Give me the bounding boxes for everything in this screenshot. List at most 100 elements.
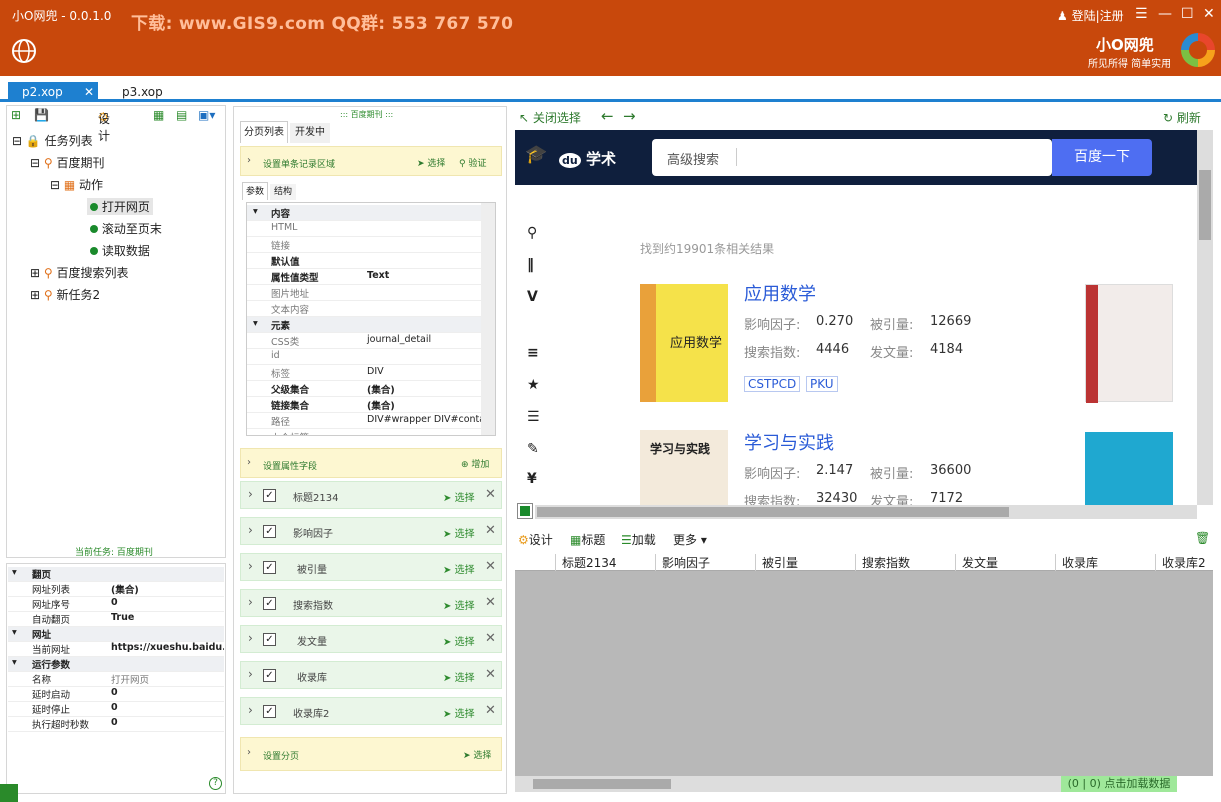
prop-row[interactable]: 当前网址https://xueshu.baidu.com xyxy=(8,642,224,657)
tab-p3[interactable]: p3.xop xyxy=(108,82,177,102)
param-row[interactable]: 链接 xyxy=(247,237,481,253)
close-button[interactable]: ✕ xyxy=(1203,6,1215,22)
param-row[interactable]: 链接集合 (集合) xyxy=(247,397,481,413)
column-header[interactable]: 发文量 xyxy=(955,554,998,571)
prop-section-run[interactable]: ▾ 运行参数 xyxy=(8,657,224,672)
chevron-right-icon[interactable]: › xyxy=(248,523,253,537)
tree-item-baidu-search[interactable]: ⊞ ⚲ 百度搜索列表 xyxy=(30,264,129,281)
prop-row[interactable]: 延时停止 0 xyxy=(8,702,224,717)
param-row[interactable]: ▾ 元素 xyxy=(247,317,481,333)
menu-icon[interactable]: ☰ xyxy=(1135,6,1148,22)
forward-arrow-icon[interactable]: → xyxy=(623,107,636,125)
field-row[interactable]: › ✓ 收录库 ➤ 选择 ✕ xyxy=(240,661,502,689)
tab-params[interactable]: 参数 xyxy=(242,182,268,200)
tree-item-scroll[interactable]: 滚动至页末 xyxy=(90,220,162,237)
select-button[interactable]: ➤ 选择 xyxy=(443,525,475,540)
param-row[interactable]: 默认值 xyxy=(247,253,481,269)
tree-item-open-page[interactable]: 打开网页 xyxy=(87,198,153,215)
field-checkbox[interactable]: ✓ xyxy=(263,561,276,574)
remove-icon[interactable]: ✕ xyxy=(485,487,496,502)
field-row[interactable]: › ✓ 标题2134 ➤ 选择 ✕ xyxy=(240,481,502,509)
grid-icon[interactable]: ▦ xyxy=(153,108,164,122)
remove-icon[interactable]: ✕ xyxy=(485,559,496,574)
select-button[interactable]: ➤ 选择 xyxy=(443,633,475,648)
prop-section-paging[interactable]: ▾ 翻页 xyxy=(8,567,224,582)
journal-cover-1[interactable]: 应用数学 xyxy=(640,284,728,402)
params-scrollbar[interactable] xyxy=(481,203,495,435)
field-row[interactable]: › ✓ 收录库2 ➤ 选择 ✕ xyxy=(240,697,502,725)
select-button[interactable]: ➤ 选择 xyxy=(443,705,475,720)
grid-hscrollbar[interactable] xyxy=(515,776,1061,792)
param-row[interactable]: 属性值类型 Text xyxy=(247,269,481,285)
tree-icon[interactable]: ▤ xyxy=(176,108,187,122)
prop-row[interactable]: 网址序号 0 xyxy=(8,597,224,612)
tree-item-new-task[interactable]: ⊞ ⚲ 新任务2 xyxy=(30,286,100,303)
chevron-right-icon[interactable]: › xyxy=(248,487,253,501)
save-icon[interactable]: 💾 xyxy=(34,108,49,122)
journal-title[interactable]: 学习与实践 xyxy=(744,429,834,455)
remove-icon[interactable]: ✕ xyxy=(485,595,496,610)
minimize-button[interactable]: — xyxy=(1158,6,1172,22)
select-button[interactable]: ➤ 选择 xyxy=(443,669,475,684)
tab-p2[interactable]: p2.xop ✕ xyxy=(8,82,98,102)
globe-icon[interactable] xyxy=(11,38,37,64)
tab-paging-list[interactable]: 分页列表 xyxy=(240,121,288,143)
rss-icon[interactable]: ≡ xyxy=(527,345,539,361)
column-header[interactable]: 收录库2 xyxy=(1155,554,1206,571)
prop-section-url[interactable]: ▾ 网址 xyxy=(8,627,224,642)
param-row[interactable]: CSS类 journal_detail xyxy=(247,333,481,349)
param-row[interactable]: 图片地址 xyxy=(247,285,481,301)
v-icon[interactable]: V xyxy=(527,289,538,305)
prop-row[interactable]: 延时启动 0 xyxy=(8,687,224,702)
field-row[interactable]: › ✓ 被引量 ➤ 选择 ✕ xyxy=(240,553,502,581)
chevron-right-icon[interactable]: › xyxy=(248,631,253,645)
field-checkbox[interactable]: ✓ xyxy=(263,633,276,646)
param-row[interactable]: HTML xyxy=(247,221,481,237)
image-icon[interactable]: ▣▾ xyxy=(198,108,215,122)
prop-row[interactable]: 执行超时秒数 0 xyxy=(8,717,224,732)
library-icon[interactable]: ‖ xyxy=(527,257,534,273)
design-button[interactable]: ⚙设计 xyxy=(518,531,553,548)
star-icon[interactable]: ★ xyxy=(527,377,540,393)
field-checkbox[interactable]: ✓ xyxy=(263,705,276,718)
pen-icon[interactable]: ✎ xyxy=(527,441,539,457)
add-field-button[interactable]: ⊕ 增加 xyxy=(461,457,489,470)
select-button[interactable]: ➤ 选择 xyxy=(443,489,475,504)
field-row[interactable]: › ✓ 发文量 ➤ 选择 ✕ xyxy=(240,625,502,653)
param-row[interactable]: 上个标签 xyxy=(247,429,481,435)
select-button[interactable]: ➤ 选择 xyxy=(443,597,475,612)
field-row[interactable]: › ✓ 搜索指数 ➤ 选择 ✕ xyxy=(240,589,502,617)
field-checkbox[interactable]: ✓ xyxy=(263,489,276,502)
select-paging-button[interactable]: ➤ 选择 xyxy=(463,748,491,761)
browser-hscrollbar[interactable] xyxy=(535,505,1197,519)
param-row[interactable]: 路径 DIV#wrapper DIV#contain xyxy=(247,413,494,429)
search-button[interactable]: 百度一下 xyxy=(1052,139,1152,176)
close-icon[interactable]: ✕ xyxy=(84,82,94,102)
journal-cover-4[interactable] xyxy=(1085,432,1173,505)
field-checkbox[interactable]: ✓ xyxy=(263,597,276,610)
chevron-right-icon[interactable]: › xyxy=(248,703,253,717)
load-button[interactable]: ☰加载 xyxy=(621,531,656,548)
help-icon[interactable]: ? xyxy=(209,777,222,790)
chevron-right-icon[interactable]: › xyxy=(248,667,253,681)
more-dropdown[interactable]: 更多 ▾ xyxy=(673,531,707,548)
status-message[interactable]: (0 | 0) 点击加载数据 xyxy=(1061,776,1177,792)
tree-root[interactable]: ⊟ 🔒 任务列表 xyxy=(12,132,93,149)
select-button[interactable]: ➤ 选择 xyxy=(443,561,475,576)
remove-icon[interactable]: ✕ xyxy=(485,667,496,682)
tab-developing[interactable]: 开发中 xyxy=(290,123,330,143)
column-header[interactable]: 影响因子 xyxy=(655,554,710,571)
param-row[interactable]: 父级集合 (集合) xyxy=(247,381,481,397)
tree-item-baidu-journal[interactable]: ⊟ ⚲ 百度期刊 xyxy=(30,154,105,171)
add-task-icon[interactable]: ⊞ xyxy=(11,108,21,122)
trash-icon[interactable]: 🗑 xyxy=(1195,531,1210,545)
param-row[interactable]: 文本内容 xyxy=(247,301,481,317)
column-header[interactable]: 收录库 xyxy=(1055,554,1098,571)
chevron-right-icon[interactable]: › xyxy=(248,559,253,573)
remove-icon[interactable]: ✕ xyxy=(485,703,496,718)
search-input[interactable]: 高级搜索 xyxy=(652,139,1052,176)
login-link[interactable]: ♟ 登陆|注册 xyxy=(1057,7,1124,24)
prop-row[interactable]: 自动翻页 True xyxy=(8,612,224,627)
journal-cover-3[interactable] xyxy=(1085,284,1173,403)
verify-button[interactable]: ⚲ 验证 xyxy=(459,156,486,169)
